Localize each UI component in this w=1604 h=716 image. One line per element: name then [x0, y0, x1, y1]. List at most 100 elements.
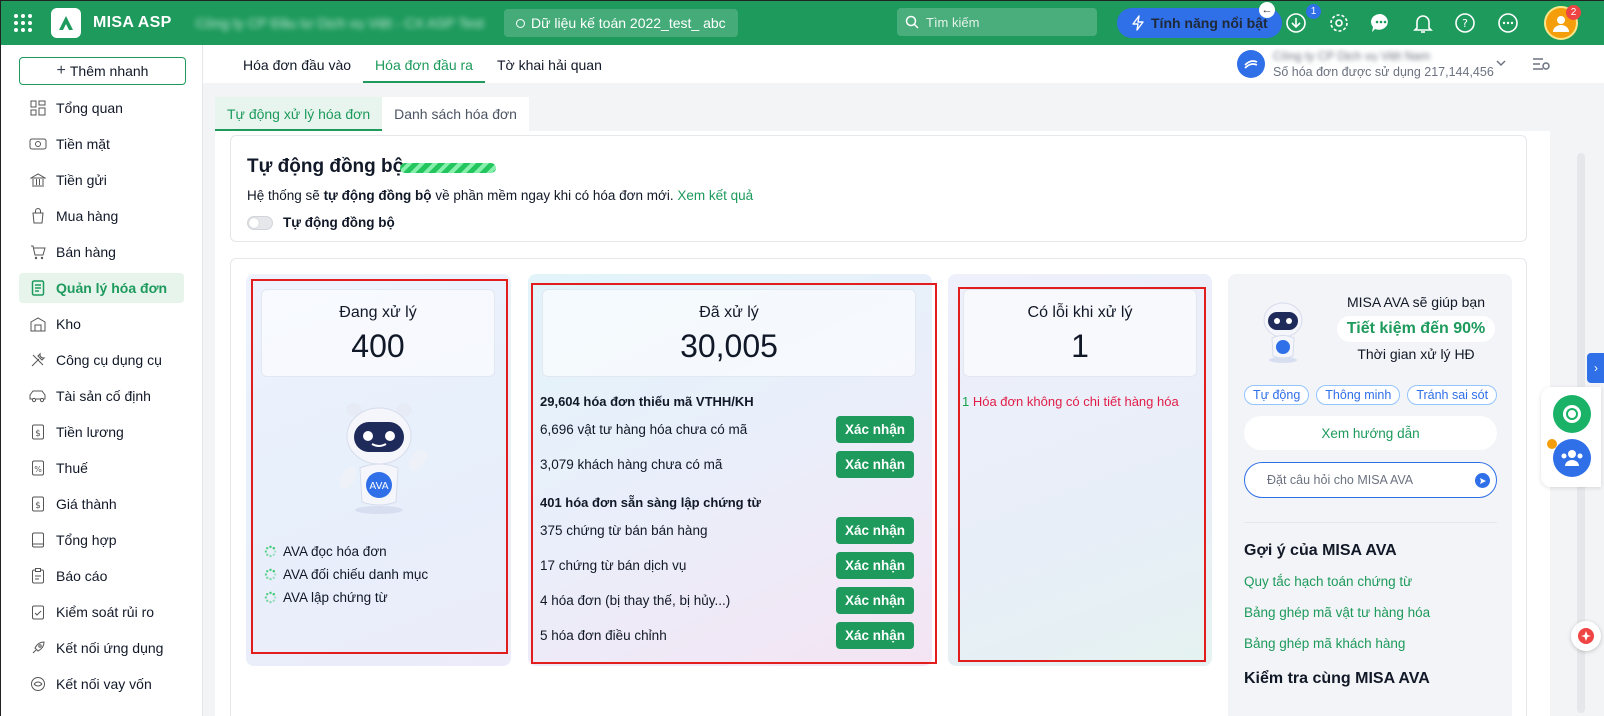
tab-invoice-list[interactable]: Danh sách hóa đơn: [382, 97, 529, 131]
confirm-button[interactable]: Xác nhận: [836, 621, 914, 649]
error-item[interactable]: 1 Hóa đơn không có chi tiết hàng hóa: [962, 394, 1179, 409]
ask-ava-input[interactable]: Đặt câu hỏi cho MISA AVA: [1244, 462, 1497, 498]
sidebar-item-label: Kết nối ứng dụng: [56, 640, 164, 656]
app-name: MISA ASP: [93, 14, 172, 31]
more-icon[interactable]: [1495, 10, 1521, 36]
view-guide-button[interactable]: Xem hướng dẫn: [1244, 416, 1497, 450]
svg-text:?: ?: [1462, 17, 1468, 30]
content-panel: Tự động đồng bộ Hệ thống sẽ tự động đồng…: [215, 131, 1550, 716]
top-bar: MISA ASP Công ty CP Đầu tư Dịch vụ Việt …: [1, 1, 1604, 45]
risk-icon: [29, 603, 47, 621]
quota-company-name: Công ty CP Dịch vụ Việt Nam: [1273, 49, 1430, 63]
ava-step-label: AVA đối chiếu danh mục: [283, 567, 429, 582]
view-results-link[interactable]: Xem kết quả: [677, 188, 753, 203]
send-icon[interactable]: [1475, 473, 1490, 488]
processing-panels: Đang xử lý 400 AVA AVA đọc hóa đơn AVA đ…: [230, 258, 1527, 716]
rocket-icon: [29, 639, 47, 657]
company-name[interactable]: Công ty CP Đầu tư Dịch vụ Việt - CX ASP …: [196, 15, 484, 31]
featured-features-button[interactable]: Tính năng nổi bật: [1117, 8, 1282, 38]
database-selector[interactable]: Dữ liệu kế toán 2022_test_ abc: [504, 9, 738, 37]
app-launcher-icon[interactable]: [1, 1, 45, 45]
confirm-button[interactable]: Xác nhận: [836, 551, 914, 579]
sidebar-item-label: Tài sản cố định: [56, 388, 151, 404]
sidebar-item[interactable]: Kiểm soát rủi ro: [19, 597, 184, 627]
confirm-button[interactable]: Xác nhận: [836, 450, 914, 478]
ava-promo: MISA AVA sẽ giúp bạn Tiết kiệm đến 90% T…: [1326, 294, 1506, 362]
sidebar-item[interactable]: Bán hàng: [19, 237, 184, 267]
column-settings-icon[interactable]: [1531, 55, 1551, 73]
sidebar-item[interactable]: Công cụ dụng cụ: [19, 345, 184, 375]
bank-icon: [29, 171, 47, 189]
gear-icon[interactable]: [1326, 10, 1352, 36]
sync-desc-text-2: về phần mềm ngay khi có hóa đơn mới.: [431, 188, 678, 203]
suggestions-title: Gợi ý của MISA AVA: [1244, 542, 1397, 559]
collapse-arrow-icon[interactable]: ←: [1259, 2, 1275, 18]
tab-input-invoices[interactable]: Hóa đơn đầu vào: [231, 57, 363, 83]
misa-assistant-fab-icon[interactable]: [1571, 621, 1601, 651]
auto-sync-toggle[interactable]: [247, 216, 273, 230]
sidebar-item[interactable]: Tài sản cố định: [19, 381, 184, 411]
errors-stat[interactable]: Có lỗi khi xử lý 1: [963, 289, 1197, 377]
confirm-button[interactable]: Xác nhận: [836, 586, 914, 614]
sub-tabs: Tự động xử lý hóa đơn Danh sách hóa đơn: [215, 97, 529, 131]
sidebar-item[interactable]: Kho: [19, 309, 184, 339]
sidebar-item[interactable]: $ Giá thành: [19, 489, 184, 519]
sync-progress-bar: [400, 163, 496, 173]
download-icon[interactable]: [1283, 10, 1309, 36]
ava-highlight: Tiết kiệm đến 90%: [1336, 316, 1496, 342]
cost-icon: $: [29, 495, 47, 513]
sidebar-item[interactable]: Tổng hợp: [19, 525, 184, 555]
confirm-button[interactable]: Xác nhận: [836, 516, 914, 544]
sidebar-item-label: Tổng hợp: [56, 532, 117, 548]
sidebar-item[interactable]: Kết nối vay vốn: [19, 669, 184, 699]
processed-row-label: 5 hóa đơn điều chỉnh: [540, 627, 667, 643]
sync-desc-bold: tự động đồng bộ: [323, 188, 432, 203]
community-icon[interactable]: [1553, 439, 1591, 477]
loading-spinner-icon: [264, 591, 277, 604]
suggestion-link[interactable]: Bảng ghép mã khách hàng: [1244, 636, 1405, 651]
search-input[interactable]: Tìm kiếm: [897, 8, 1097, 36]
sidebar-item[interactable]: Mua hàng: [19, 201, 184, 231]
sidebar-item[interactable]: Tổng quan: [19, 93, 184, 123]
help-icon[interactable]: ?: [1452, 10, 1478, 36]
tab-output-invoices[interactable]: Hóa đơn đầu ra: [363, 57, 485, 83]
sidebar-item[interactable]: $ Tiền lương: [19, 417, 184, 447]
sidebar-item[interactable]: Tiền gửi: [19, 165, 184, 195]
sidebar-item[interactable]: Kết nối ứng dụng: [19, 633, 184, 663]
processing-stat[interactable]: Đang xử lý 400: [261, 289, 495, 377]
download-badge: 1: [1306, 4, 1321, 19]
invoice-quota[interactable]: Công ty CP Dịch vụ Việt Nam Số hóa đơn đ…: [1237, 49, 1494, 79]
processed-row: 5 hóa đơn điều chỉnh Xác nhận: [540, 621, 914, 649]
suggestion-link[interactable]: Quy tắc hạch toán chứng từ: [1244, 574, 1412, 589]
sidebar-item[interactable]: % Thuế: [19, 453, 184, 483]
ava-promo-line1: MISA AVA sẽ giúp bạn: [1346, 294, 1486, 310]
confirm-button[interactable]: Xác nhận: [836, 415, 914, 443]
tab-customs-declaration[interactable]: Tờ khai hải quan: [485, 57, 614, 83]
auto-sync-toggle-label: Tự động đồng bộ: [283, 215, 395, 230]
processed-stat[interactable]: Đã xử lý 30,005: [542, 289, 916, 377]
errors-label: Có lỗi khi xử lý: [1027, 304, 1133, 321]
sidebar-item[interactable]: Tiền mặt: [19, 129, 184, 159]
error-text: Hóa đơn không có chi tiết hàng hóa: [969, 394, 1179, 409]
ava-step: AVA đối chiếu danh mục: [264, 563, 428, 586]
processing-label: Đang xử lý: [339, 304, 417, 321]
sidebar-item[interactable]: Báo cáo: [19, 561, 184, 591]
tab-auto-process[interactable]: Tự động xử lý hóa đơn: [215, 97, 383, 131]
bell-icon[interactable]: [1410, 10, 1436, 36]
ava-robot-icon: AVA: [339, 403, 428, 514]
expand-arrow-icon[interactable]: ›: [1587, 353, 1604, 383]
ava-assistant-panel: MISA AVA sẽ giúp bạn Tiết kiệm đến 90% T…: [1228, 274, 1512, 716]
sidebar-item-label: Tiền mặt: [56, 136, 110, 152]
main-area: Hóa đơn đầu vào Hóa đơn đầu ra Tờ khai h…: [203, 45, 1604, 716]
quick-add-button[interactable]: + Thêm nhanh: [19, 57, 186, 85]
support-chat-icon[interactable]: [1553, 395, 1591, 433]
sidebar-item[interactable]: Quản lý hóa đơn: [19, 273, 184, 303]
errors-value: 1: [1071, 328, 1089, 364]
sidebar-item-label: Kết nối vay vốn: [56, 676, 152, 692]
chat-icon[interactable]: [1368, 10, 1394, 36]
quick-add-label: Thêm nhanh: [69, 63, 149, 79]
chip-smart: Thông minh: [1316, 385, 1401, 405]
suggestion-link[interactable]: Bảng ghép mã vật tư hàng hóa: [1244, 605, 1430, 620]
chevron-down-icon[interactable]: [1495, 57, 1507, 69]
sidebar-item-label: Công cụ dụng cụ: [56, 352, 162, 368]
